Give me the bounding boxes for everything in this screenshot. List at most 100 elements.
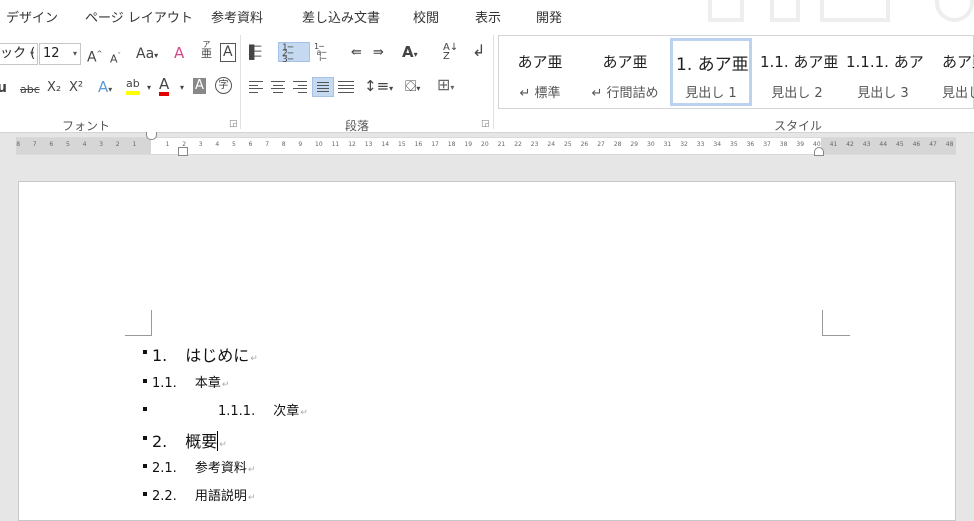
subscript-icon: X₂ — [47, 80, 62, 95]
heading-1-paragraph[interactable]: 2. 概要 ↵ — [152, 428, 227, 452]
underline-button[interactable]: u — [0, 79, 7, 97]
grow-font-button[interactable]: A^ — [87, 45, 102, 67]
change-case-icon: Aa — [136, 46, 155, 62]
first-line-indent-marker[interactable] — [146, 132, 157, 140]
ruler-number: 44 — [879, 141, 888, 148]
justify-button[interactable] — [312, 77, 334, 97]
horizontal-ruler[interactable]: 8 7 6 5 4 3 2 1 1 2 3 4 5 6 7 8 9 10 11 12 13 14 15 16 17 18 19 20 2… — [16, 132, 956, 156]
style-heading-3[interactable]: 1.1.1. あア亜 見出し 3 — [842, 38, 924, 106]
ruler-number: 10 — [315, 141, 323, 148]
distributed-button[interactable] — [338, 81, 354, 93]
ruler-number: 11 — [331, 141, 340, 148]
style-heading-1[interactable]: 1. あア亜 見出し 1 — [670, 38, 752, 106]
ruler-number: 30 — [647, 141, 655, 148]
ruler-number: 48 — [945, 141, 954, 148]
ruler-number: 6 — [49, 141, 54, 148]
decrease-indent-icon: ⇚ — [351, 45, 362, 60]
tab-mailings[interactable]: 差し込み文書 — [302, 7, 380, 26]
highlight-color-button[interactable]: ab — [126, 77, 140, 95]
background-decoration — [820, 0, 890, 22]
chevron-down-icon[interactable]: ▾ — [147, 79, 151, 97]
style-normal[interactable]: あア亜 ↵ 標準 — [499, 38, 581, 106]
style-heading-2[interactable]: 1.1. あア亜 見出し 2 — [756, 38, 838, 106]
hanging-indent-marker[interactable] — [178, 147, 188, 156]
style-heading[interactable]: あア亜 見出し — [928, 38, 974, 106]
style-preview: あア亜 — [602, 53, 648, 71]
align-center-button[interactable] — [271, 81, 285, 93]
sort-button[interactable]: A↓ Z — [443, 43, 458, 62]
ruler-number: 39 — [796, 141, 805, 148]
font-name-combo[interactable]: ック ( ▾ — [0, 43, 38, 65]
ruler-number: 37 — [763, 141, 771, 148]
shrink-font-button[interactable]: Aˇ — [110, 47, 121, 69]
tab-developer[interactable]: 開発 — [536, 7, 562, 26]
borders-button[interactable]: ⊞▾ — [437, 76, 454, 97]
chevron-down-icon[interactable]: ▾ — [180, 79, 184, 97]
tab-design[interactable]: デザイン — [6, 7, 58, 26]
paragraph-mark-icon: ↵ — [300, 408, 308, 418]
tab-references[interactable]: 参考資料 — [211, 7, 263, 26]
style-no-spacing[interactable]: あア亜 ↵ 行間詰め — [584, 38, 666, 106]
grow-font-icon: A — [87, 49, 97, 66]
chevron-down-icon: ▾ — [29, 49, 34, 58]
decrease-indent-button[interactable]: ⇚ — [351, 44, 362, 62]
numbering-button[interactable]: 1─ 2─ 3─ — [278, 42, 310, 65]
line-spacing-button[interactable]: ↕≡▾ — [364, 77, 393, 98]
ruler-number: 2 — [115, 141, 120, 148]
multilevel-list-button[interactable]: 1─ a─ i─ — [314, 43, 342, 63]
tab-page-layout[interactable]: ページ レイアウト — [85, 7, 193, 26]
ruler-number: 1 — [132, 141, 137, 148]
heading-2-paragraph[interactable]: 1.1. 本章↵ — [152, 372, 229, 391]
phonetic-guide-button[interactable]: ア 亜 — [201, 40, 212, 59]
enclose-characters-button[interactable]: 字 — [215, 77, 232, 94]
increase-indent-button[interactable]: ⇛ — [373, 44, 384, 62]
asian-layout-button[interactable]: A▾ — [402, 43, 418, 64]
paragraph-mark-icon: ↵ — [247, 493, 256, 503]
group-divider — [240, 35, 241, 129]
font-color-button[interactable]: A — [159, 76, 170, 96]
clear-formatting-button[interactable]: A — [174, 44, 184, 62]
paragraph-text: 参考資料 — [194, 461, 247, 476]
tab-review[interactable]: 校閲 — [413, 7, 439, 26]
ruler-number: 3 — [198, 141, 203, 148]
paint-bucket-icon: ⛋ — [405, 77, 417, 95]
ribbon: ック ( ▾ 12 ▾ A^ Aˇ Aa▾ A ア 亜 A u abc X₂ X… — [0, 33, 974, 133]
borders-icon: ⊞ — [437, 75, 451, 94]
font-size-combo[interactable]: 12 ▾ — [39, 43, 81, 65]
subscript-button[interactable]: X₂ — [47, 79, 61, 97]
style-name: 見出し — [942, 86, 974, 101]
style-preview: 1.1. あア亜 — [760, 53, 838, 71]
paragraph-dialog-launcher-icon[interactable]: ◲ — [481, 119, 490, 129]
heading-2-paragraph[interactable]: 2.2. 用語説明↵ — [152, 485, 255, 504]
bullets-button[interactable]: ▪─ ▪─ ▪─ — [248, 41, 276, 62]
right-indent-marker[interactable] — [814, 147, 824, 156]
tab-view[interactable]: 表示 — [475, 7, 501, 26]
shading-button[interactable]: ⛋▾ — [405, 77, 420, 98]
paragraph-mark-icon: ↵ — [219, 440, 227, 450]
heading-1-paragraph[interactable]: 1. はじめに↵ — [152, 342, 258, 366]
enclose-characters-icon: 字 — [218, 80, 229, 91]
highlighter-icon: ab — [126, 77, 140, 90]
character-border-button[interactable]: A — [220, 43, 236, 62]
eraser-icon: A — [174, 44, 185, 62]
heading-3-paragraph[interactable]: 1.1.1. 次章↵ — [218, 400, 308, 419]
superscript-button[interactable]: X² — [69, 79, 83, 97]
character-shading-button[interactable]: A — [193, 78, 206, 94]
align-right-button[interactable] — [293, 81, 307, 93]
ruler-number: 25 — [564, 141, 572, 148]
style-name: ↵ 行間詰め — [591, 86, 659, 101]
text-effects-button[interactable]: A▾ — [98, 78, 112, 99]
paragraph-marker-icon — [143, 436, 147, 440]
font-dialog-launcher-icon[interactable]: ◲ — [229, 119, 238, 129]
strikethrough-button[interactable]: abc — [20, 81, 40, 99]
ruler-number: 8 — [16, 141, 21, 148]
change-case-button[interactable]: Aa▾ — [136, 45, 158, 65]
ruler-number: 21 — [497, 141, 506, 148]
show-hide-marks-button[interactable]: ↲ — [472, 42, 485, 60]
ruler-number: 12 — [348, 141, 356, 148]
document-page[interactable]: 1. はじめに↵ 1.1. 本章↵ 1.1.1. 次章↵ 2. 概要 ↵ 2.1. 参考資料… — [18, 181, 956, 521]
ruler-number: 28 — [613, 141, 622, 148]
heading-2-paragraph[interactable]: 2.1. 参考資料↵ — [152, 457, 255, 476]
align-left-button[interactable] — [249, 81, 263, 93]
ruler-number: 26 — [580, 141, 589, 148]
